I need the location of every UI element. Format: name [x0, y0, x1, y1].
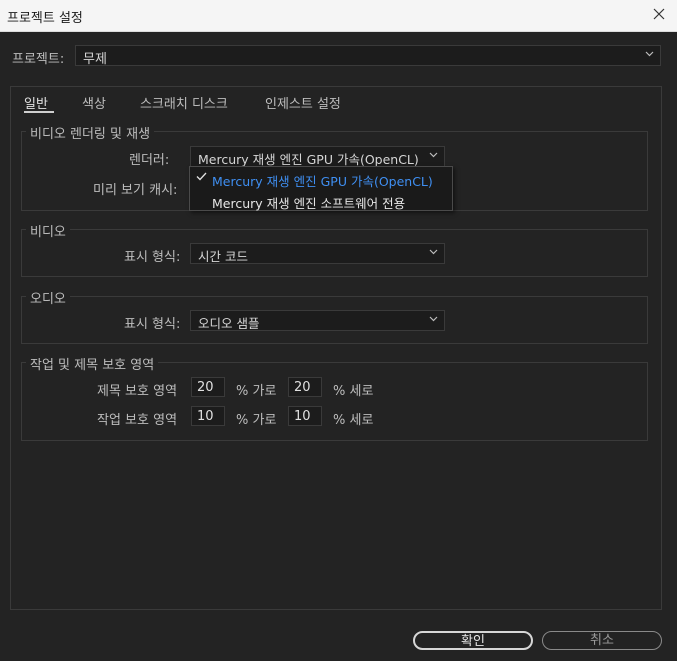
- action-safe-horizontal-input[interactable]: 10: [191, 406, 225, 426]
- preview-cache-label: 미리 보기 캐시:: [93, 183, 178, 198]
- checkmark-icon: [196, 172, 207, 181]
- action-safe-horizontal-value: 10: [197, 409, 214, 424]
- project-value: 무제: [83, 52, 107, 67]
- close-icon: [653, 8, 665, 20]
- tab-ingest-settings[interactable]: 인제스트 설정: [265, 93, 341, 112]
- video-display-value: 시간 코드: [198, 249, 248, 264]
- project-label: 프로젝트:: [12, 52, 65, 67]
- tab-color[interactable]: 색상: [82, 93, 106, 112]
- safe-margins-title: 작업 및 제목 보호 영역: [26, 354, 159, 373]
- action-safe-label: 작업 보호 영역: [97, 413, 178, 428]
- title-safe-vertical-input[interactable]: 20: [288, 377, 322, 397]
- close-button[interactable]: [647, 4, 671, 26]
- tab-scratch-disks[interactable]: 스크래치 디스크: [140, 93, 228, 112]
- action-safe-vertical-unit: % 세로: [333, 413, 374, 428]
- renderer-option-gpu-label: Mercury 재생 엔진 GPU 가속(OpenCL): [212, 174, 433, 189]
- title-safe-horizontal-unit: % 가로: [236, 384, 277, 399]
- audio-display-label: 표시 형식:: [124, 317, 181, 332]
- action-safe-vertical-input[interactable]: 10: [288, 406, 322, 426]
- window-title: 프로젝트 설정: [7, 11, 83, 26]
- active-tab-indicator: [24, 111, 54, 113]
- renderer-menu: Mercury 재생 엔진 GPU 가속(OpenCL) Mercury 재생 …: [189, 166, 453, 211]
- renderer-option-software[interactable]: Mercury 재생 엔진 소프트웨어 전용: [190, 190, 452, 211]
- cancel-button[interactable]: 취소: [542, 631, 662, 650]
- project-select[interactable]: 무제: [75, 45, 661, 67]
- title-safe-horizontal-input[interactable]: 20: [191, 377, 225, 397]
- audio-title: 오디오: [26, 288, 70, 307]
- renderer-label: 렌더러:: [129, 153, 170, 168]
- audio-display-value: 오디오 샘플: [198, 316, 260, 331]
- tab-general[interactable]: 일반: [24, 93, 48, 112]
- title-safe-vertical-value: 20: [294, 380, 311, 395]
- chevron-down-icon: [429, 316, 438, 322]
- chevron-down-icon: [645, 51, 654, 57]
- action-safe-vertical-value: 10: [294, 409, 311, 424]
- video-title: 비디오: [26, 221, 70, 240]
- renderer-option-software-label: Mercury 재생 엔진 소프트웨어 전용: [212, 196, 406, 211]
- video-rendering-title: 비디오 렌더링 및 재생: [26, 123, 155, 142]
- window-titlebar: 프로젝트 설정: [0, 0, 677, 32]
- chevron-down-icon: [429, 152, 438, 158]
- renderer-option-gpu[interactable]: Mercury 재생 엔진 GPU 가속(OpenCL): [190, 168, 452, 189]
- video-display-label: 표시 형식:: [124, 250, 181, 265]
- title-safe-vertical-unit: % 세로: [333, 384, 374, 399]
- audio-display-dropdown[interactable]: 오디오 샘플: [190, 310, 445, 331]
- chevron-down-icon: [429, 249, 438, 255]
- title-safe-horizontal-value: 20: [197, 380, 214, 395]
- ok-button[interactable]: 확인: [413, 631, 533, 650]
- renderer-dropdown[interactable]: Mercury 재생 엔진 GPU 가속(OpenCL): [190, 146, 445, 167]
- title-safe-label: 제목 보호 영역: [97, 384, 178, 399]
- safe-margins-group: [21, 362, 648, 441]
- action-safe-horizontal-unit: % 가로: [236, 413, 277, 428]
- video-display-dropdown[interactable]: 시간 코드: [190, 243, 445, 264]
